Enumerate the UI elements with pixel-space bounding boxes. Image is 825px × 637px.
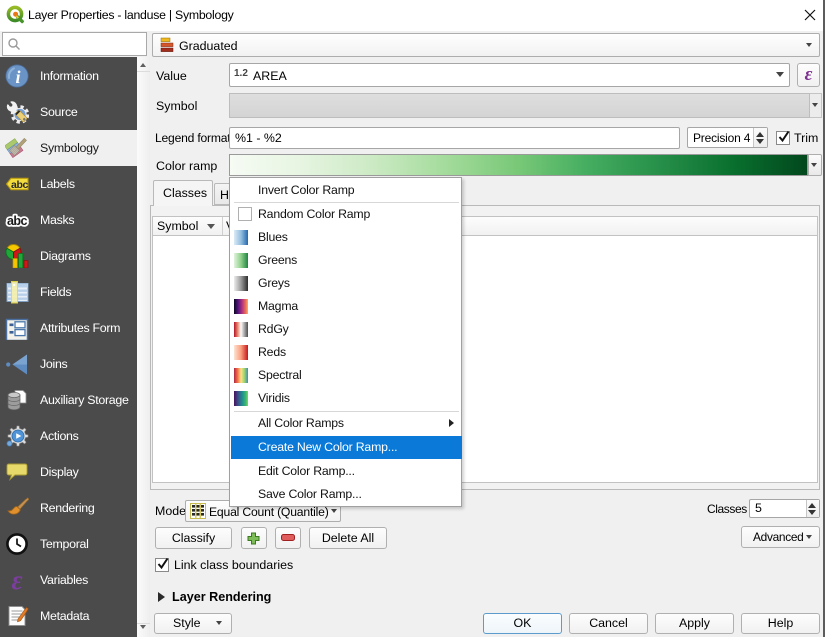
svg-text:abc: abc bbox=[11, 179, 28, 191]
svg-text:i: i bbox=[15, 67, 20, 87]
svg-text:ε: ε bbox=[11, 568, 22, 592]
svg-text:abc: abc bbox=[7, 214, 28, 228]
